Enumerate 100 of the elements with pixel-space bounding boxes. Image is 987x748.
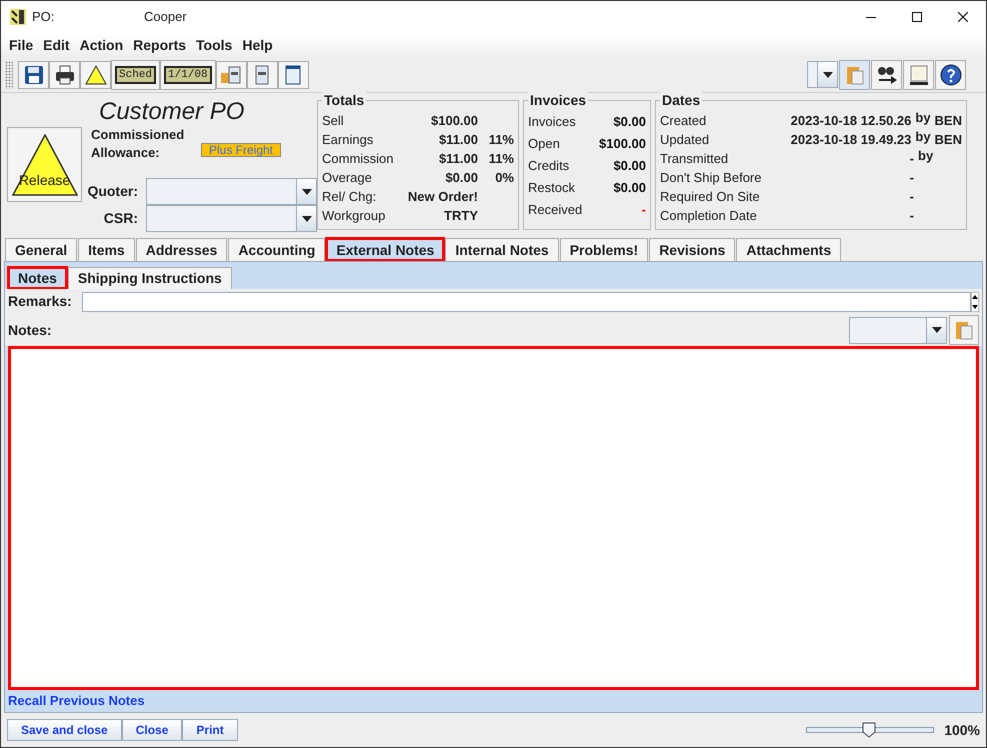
recall-notes-link[interactable]: Recall Previous Notes (8, 691, 145, 711)
tab[interactable]: Internal Notes (445, 238, 559, 261)
tab[interactable]: Revisions (649, 238, 736, 261)
date-label: Don't Ship Before (660, 168, 762, 187)
date-value: - (908, 188, 914, 206)
toolbar-button[interactable] (49, 60, 80, 88)
toolbar-combo[interactable] (807, 61, 838, 88)
spinner-icon (971, 292, 979, 312)
toolbar-button[interactable] (246, 60, 278, 88)
remarks-label: Remarks: (8, 292, 73, 311)
date-label: Required On Site (660, 188, 761, 206)
toolbar-button[interactable] (903, 60, 934, 90)
invoice-value: $0.00 (613, 179, 646, 198)
toolbar-grip (5, 60, 13, 88)
by-label: by (918, 146, 934, 165)
invoice-label: Invoices (528, 113, 576, 132)
total-label: Sell (322, 112, 345, 130)
caret-icon (302, 216, 312, 222)
total-value: $11.00 (438, 150, 478, 168)
menu-item[interactable]: Action (74, 34, 128, 56)
date-label: Created (660, 112, 708, 130)
slider-thumb[interactable] (862, 722, 876, 738)
total-percent: 11% (488, 150, 514, 168)
panel-icon (908, 64, 930, 86)
zoom-reading: 100% (944, 720, 980, 740)
window-title: Cooper (144, 8, 187, 26)
tab[interactable]: Accounting (228, 238, 326, 261)
total-value: $100.00 (430, 112, 478, 130)
footer-button[interactable]: Print (182, 719, 238, 741)
date-label: Transmitted (660, 150, 730, 168)
close-icon (958, 12, 968, 22)
by-label: by (915, 108, 931, 127)
group-title: Dates (660, 92, 702, 108)
allowance-label: Commissioned Allowance: (91, 126, 186, 162)
by-label: by (915, 128, 931, 146)
menu-item[interactable]: Edit (38, 34, 75, 56)
date-value: - (908, 150, 914, 168)
menu-item[interactable]: File (4, 34, 38, 56)
zoom-slider[interactable] (806, 722, 934, 738)
tab[interactable]: Problems! (560, 238, 648, 261)
total-label: Rel/ Chg: (322, 188, 378, 206)
group-title: Totals (322, 92, 366, 108)
subtab[interactable]: Notes (8, 267, 67, 289)
invoice-label: Credits (528, 157, 570, 176)
notes-area[interactable] (8, 346, 979, 690)
clipboard-icon (953, 319, 975, 341)
toolbar-button[interactable]: Sched (111, 60, 160, 90)
caret-icon (822, 72, 832, 78)
toolbar-button[interactable] (18, 60, 49, 88)
tab[interactable]: General (5, 238, 78, 261)
release-button[interactable]: Release (7, 127, 82, 202)
tab[interactable]: Addresses (136, 238, 228, 261)
footer-button[interactable]: Close (122, 719, 182, 741)
app-icon (10, 9, 26, 25)
paste-button[interactable] (949, 315, 979, 345)
invoice-label: Open (528, 135, 560, 154)
user-name: BEN (934, 130, 962, 149)
total-value: $0.00 (444, 168, 478, 187)
printer-icon (54, 64, 76, 86)
user-name: BEN (934, 112, 962, 130)
menu-item[interactable]: Reports (128, 34, 192, 56)
toolbar-button[interactable] (278, 60, 309, 88)
date-value: - (908, 206, 914, 225)
toolbar-button[interactable] (871, 60, 902, 90)
date-value: 2023-10-18 12.50.26 (790, 112, 912, 130)
minimize-icon (866, 16, 876, 18)
subtab[interactable]: Shipping Instructions (68, 267, 232, 289)
tab[interactable]: Items (78, 238, 135, 261)
csr-label: CSR: (102, 209, 139, 228)
footer-button[interactable]: Save and close (7, 719, 122, 741)
date-label: Updated (660, 130, 710, 149)
menu-item[interactable]: Help (237, 34, 278, 56)
invoice-value: $100.00 (599, 135, 646, 154)
toolbar-button[interactable] (935, 60, 966, 90)
warning-triangle-icon (84, 64, 106, 86)
total-label: Overage (322, 168, 373, 187)
invoice-label: Restock (528, 179, 575, 198)
total-value: New Order! (406, 188, 478, 206)
warning-triangle-icon (12, 134, 78, 196)
window-label: PO: (32, 8, 56, 26)
tab[interactable]: External Notes (326, 238, 444, 261)
invoice-value: $0.00 (613, 157, 646, 176)
toolbar-button[interactable] (216, 60, 247, 88)
total-label: Commission (322, 150, 395, 168)
total-value: TRTY (443, 206, 478, 225)
menu-item[interactable]: Tools (191, 34, 238, 56)
caret-icon (302, 188, 312, 194)
caret-icon (932, 327, 942, 333)
total-percent: 0% (494, 168, 514, 187)
total-value: $11.00 (438, 130, 478, 149)
tab[interactable]: Attachments (736, 238, 842, 261)
invoice-label: Received (528, 201, 582, 220)
date-value: - (908, 168, 914, 187)
date-value: 2023-10-18 19.49.23 (790, 130, 912, 149)
invoice-value: - (642, 201, 646, 220)
date-label: Completion Date (660, 206, 758, 225)
toolbar-button[interactable] (80, 60, 111, 88)
toolbar-button[interactable]: 1/1/08 (160, 60, 216, 90)
notes-label: Notes: (8, 320, 52, 340)
invoice-value: $0.00 (613, 113, 646, 132)
